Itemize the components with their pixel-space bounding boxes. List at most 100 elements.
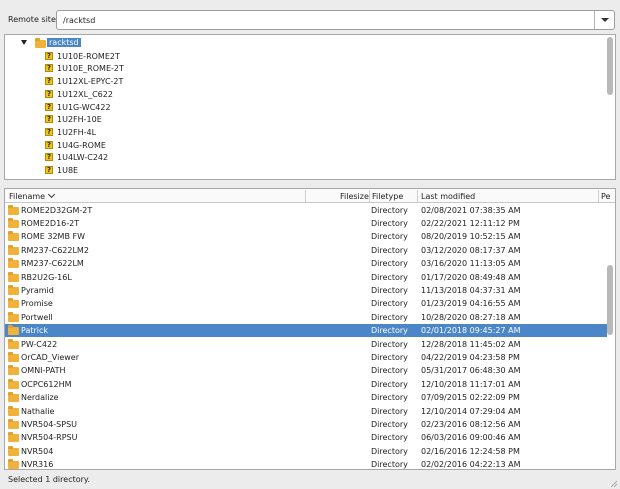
- row-last-modified: 08/20/2019 10:52:15 AM: [421, 232, 521, 242]
- row-last-modified: 12/28/2018 11:45:02 AM: [421, 339, 521, 349]
- row-filename: ROME 32MB FW: [21, 232, 85, 242]
- folder-icon: [8, 284, 19, 295]
- table-row[interactable]: Promise Directory 01/23/2019 04:16:55 AM: [5, 297, 607, 310]
- row-last-modified: 02/01/2018 09:45:27 AM: [421, 326, 521, 336]
- column-header-permissions[interactable]: Pe: [601, 192, 610, 201]
- column-divider[interactable]: [598, 190, 599, 202]
- column-divider[interactable]: [417, 190, 418, 202]
- folder-icon: [8, 311, 19, 322]
- row-last-modified: 12/10/2014 07:29:04 AM: [421, 406, 521, 416]
- sort-chevron-icon: [48, 190, 56, 199]
- directory-tree[interactable]: racktsd ? 1U10E-ROME2T? 1U10E_ROME-2T? 1U12…: [4, 34, 616, 180]
- table-row[interactable]: Patrick Directory 02/01/2018 09:45:27 AM: [5, 323, 607, 337]
- table-row[interactable]: OrCAD_Viewer Directory 04/22/2019 04:23:58…: [5, 350, 607, 363]
- row-filetype: Directory: [371, 285, 408, 295]
- table-row[interactable]: RM237-C622LM Directory 03/16/2020 11:13:05…: [5, 257, 607, 270]
- row-last-modified: 02/08/2021 07:38:35 AM: [421, 205, 521, 215]
- remote-path-dropdown-button[interactable]: [594, 11, 614, 29]
- row-filetype: Directory: [371, 460, 408, 470]
- unknown-folder-icon: ?: [45, 77, 53, 86]
- row-filename: RM237-C622LM2: [21, 245, 89, 255]
- table-row[interactable]: OMNI-PATH Directory 05/31/2017 06:48:30 AM: [5, 364, 607, 377]
- row-filename: Promise: [21, 299, 53, 309]
- row-filetype: Directory: [371, 218, 408, 228]
- column-divider[interactable]: [369, 190, 370, 202]
- row-filename: Patrick: [21, 326, 49, 336]
- row-filename: OCPC612HM: [21, 379, 72, 389]
- expand-arrow-icon[interactable]: [21, 40, 27, 45]
- unknown-folder-icon: ?: [45, 127, 53, 136]
- folder-icon: [8, 244, 19, 255]
- row-last-modified: 11/13/2018 04:37:31 AM: [421, 285, 521, 295]
- unknown-folder-icon: ?: [45, 89, 53, 98]
- column-header-filetype[interactable]: Filetype: [372, 192, 403, 201]
- tree-node-label: 1U2FH-4L: [57, 127, 97, 137]
- table-row[interactable]: Nathalie Directory 12/10/2014 07:29:04 AM: [5, 404, 607, 417]
- tree-node-label: 1U4LW-C242: [57, 153, 109, 163]
- row-filetype: Directory: [371, 272, 408, 282]
- remote-path-combobox[interactable]: /racktsd: [56, 10, 615, 30]
- column-header-filename[interactable]: Filename: [9, 190, 56, 201]
- table-row[interactable]: NVR504-RPSU Directory 06/03/2016 09:00:46 …: [5, 431, 607, 444]
- chevron-down-icon: [600, 18, 609, 22]
- file-list-header: Filename Filesize Filetype Last modified…: [5, 189, 615, 203]
- row-last-modified: 03/12/2020 08:17:37 AM: [421, 245, 521, 255]
- row-filetype: Directory: [371, 352, 408, 362]
- folder-icon: [8, 418, 19, 429]
- row-filetype: Directory: [371, 326, 408, 336]
- row-last-modified: 05/31/2017 06:48:30 AM: [421, 366, 521, 376]
- row-filetype: Directory: [371, 419, 408, 429]
- table-row[interactable]: Nerdalize Directory 07/09/2015 02:22:09 PM: [5, 391, 607, 404]
- unknown-folder-icon: ?: [45, 115, 53, 124]
- row-last-modified: 02/16/2016 12:24:58 PM: [421, 446, 520, 456]
- table-row[interactable]: NVR316 Directory 02/02/2016 04:22:13 AM: [5, 458, 607, 470]
- column-header-last-modified[interactable]: Last modified: [421, 192, 475, 201]
- remote-site-label: Remote site:: [8, 15, 59, 24]
- row-filetype: Directory: [371, 433, 408, 443]
- tree-node-label: 1U1G-WC422: [57, 102, 111, 112]
- row-filename: ROME2D16-2T: [21, 218, 80, 228]
- tree-node-label: 1U10G 10ML: [57, 179, 108, 180]
- table-row[interactable]: ROME 32MB FW Directory 08/20/2019 10:52:15…: [5, 230, 607, 243]
- row-last-modified: 02/23/2016 08:12:56 AM: [421, 419, 521, 429]
- row-filename: Portwell: [21, 312, 53, 322]
- remote-path-value[interactable]: /racktsd: [63, 16, 95, 25]
- row-filetype: Directory: [371, 406, 408, 416]
- table-row[interactable]: ROME2D16-2T Directory 02/22/2021 12:11:12 …: [5, 216, 607, 229]
- row-filename: Nerdalize: [21, 393, 59, 403]
- file-list-scrollbar[interactable]: [607, 265, 613, 335]
- row-last-modified: 06/03/2016 09:00:46 AM: [421, 433, 521, 443]
- folder-icon: [8, 258, 19, 269]
- table-row[interactable]: Portwell Directory 10/28/2020 08:27:18 AM: [5, 310, 607, 323]
- table-row[interactable]: RB2U2G-16L Directory 01/17/2020 08:49:48 A…: [5, 270, 607, 283]
- row-filename: NVR504: [21, 446, 54, 456]
- row-filename: PW-C422: [21, 339, 58, 349]
- column-header-filesize[interactable]: Filesize: [340, 192, 369, 201]
- table-row[interactable]: NVR504 Directory 02/16/2016 12:24:58 PM: [5, 444, 607, 457]
- status-text: Selected 1 directory.: [8, 475, 91, 484]
- tree-node-label: 1U10E_ROME-2T: [57, 64, 124, 74]
- row-filename: NVR504-RPSU: [21, 433, 78, 443]
- table-row[interactable]: PW-C422 Directory 12/28/2018 11:45:02 AM: [5, 337, 607, 350]
- row-filename: OMNI-PATH: [21, 366, 66, 376]
- table-row[interactable]: NVR504-SPSU Directory 02/23/2016 08:12:56 …: [5, 417, 607, 430]
- file-list[interactable]: Filename Filesize Filetype Last modified…: [4, 188, 616, 470]
- folder-icon: [35, 38, 46, 48]
- row-filename: Pyramid: [21, 285, 54, 295]
- table-row[interactable]: Pyramid Directory 11/13/2018 04:37:31 AM: [5, 283, 607, 296]
- row-filetype: Directory: [371, 245, 408, 255]
- column-header-filename-label: Filename: [9, 192, 46, 201]
- row-last-modified: 01/17/2020 08:49:48 AM: [421, 272, 521, 282]
- row-filetype: Directory: [371, 339, 408, 349]
- folder-icon: [8, 271, 19, 282]
- table-row[interactable]: RM237-C622LM2 Directory 03/12/2020 08:17:3…: [5, 243, 607, 256]
- row-filetype: Directory: [371, 446, 408, 456]
- table-row[interactable]: OCPC612HM Directory 12/10/2018 11:17:01 AM: [5, 377, 607, 390]
- table-row[interactable]: ROME2D32GM-2T Directory 02/08/2021 07:38:3…: [5, 203, 607, 216]
- row-last-modified: 02/02/2016 04:22:13 AM: [421, 460, 521, 470]
- column-divider[interactable]: [305, 190, 306, 202]
- folder-icon: [8, 365, 19, 376]
- row-filetype: Directory: [371, 312, 408, 322]
- tree-scrollbar[interactable]: [607, 37, 613, 95]
- resize-grip-icon[interactable]: [609, 479, 617, 487]
